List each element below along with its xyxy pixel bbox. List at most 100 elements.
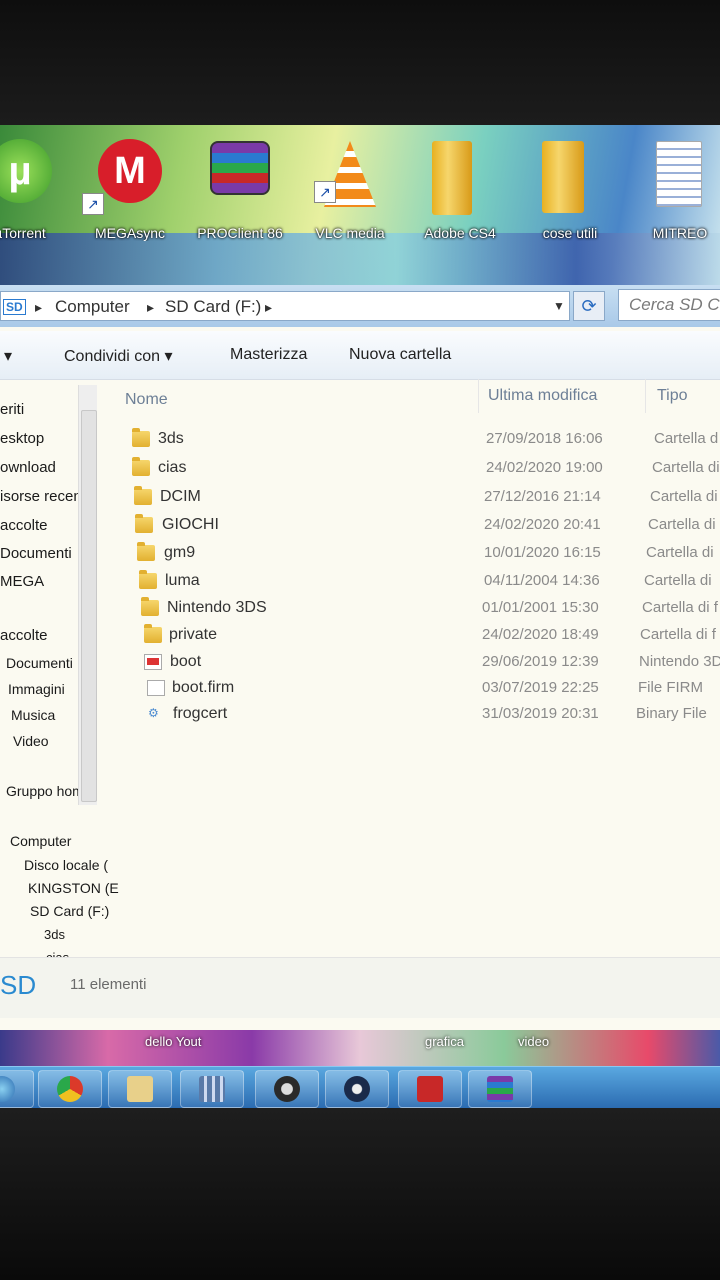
desktop-icon-label: cose utili <box>542 225 598 241</box>
address-dropdown-icon[interactable]: ▼ <box>553 299 565 313</box>
address-bar[interactable]: SD ▸ Computer ▸ SD Card (F:) ▸ ▼ <box>0 291 570 321</box>
share-label: Condividi con <box>64 348 161 365</box>
file-row[interactable]: luma 04/11/2004 14:36 Cartella di <box>120 570 720 596</box>
breadcrumb-separator: ▸ <box>35 299 43 315</box>
file-name: 3ds <box>158 430 184 447</box>
file-type: Cartella di f <box>640 626 716 643</box>
file-row[interactable]: Nintendo 3DS 01/01/2001 15:30 Cartella d… <box>120 597 720 623</box>
column-divider[interactable] <box>478 379 479 413</box>
nav-item-computer[interactable]: Computer <box>10 833 71 849</box>
address-bar-area: SD ▸ Computer ▸ SD Card (F:) ▸ ▼ ⟳ Cerca… <box>0 285 720 327</box>
file-name: boot <box>170 653 202 670</box>
winrar-icon <box>487 1076 513 1102</box>
file-name: frogcert <box>173 705 228 722</box>
explorer-window: SD ▸ Computer ▸ SD Card (F:) ▸ ▼ ⟳ Cerca… <box>0 285 720 1030</box>
nav-item-desktop[interactable]: esktop <box>0 430 44 447</box>
taskbar-explorer[interactable] <box>108 1070 172 1108</box>
file-modified: 01/01/2001 15:30 <box>482 599 599 616</box>
nav-item-download[interactable]: ownload <box>0 459 56 476</box>
file-row[interactable]: ⚙ frogcert 31/03/2019 20:31 Binary File <box>120 703 720 729</box>
folder-icon <box>134 486 152 505</box>
desktop-icon-megasync[interactable]: M ↗ MEGAsync <box>80 133 180 241</box>
nav-item-lib-musica[interactable]: Musica <box>11 707 55 723</box>
search-input[interactable]: Cerca SD Card <box>618 289 720 321</box>
nav-item-libraries[interactable]: accolte <box>0 627 48 644</box>
file-type: File FIRM <box>638 679 703 696</box>
desktop-icon-vlc[interactable]: ↗ VLC media <box>300 133 400 241</box>
desktop-icon-cose-utili[interactable]: cose utili <box>520 133 620 241</box>
burn-button[interactable]: Masterizza <box>230 346 307 364</box>
monitor-bezel-top <box>0 0 720 125</box>
desktop-icon-utorrent[interactable]: µ µTorrent <box>0 133 70 241</box>
file-row[interactable]: cias 24/02/2020 19:00 Cartella di <box>120 457 720 483</box>
nav-item-mega[interactable]: MEGA <box>0 573 44 590</box>
nav-item-lib-immagini[interactable]: Immagini <box>8 681 65 697</box>
taskbar-obs[interactable] <box>255 1070 319 1108</box>
file-row[interactable]: gm9 10/01/2020 16:15 Cartella di <box>120 542 720 568</box>
column-divider[interactable] <box>645 379 646 413</box>
start-button[interactable] <box>0 1070 34 1108</box>
file-icon <box>147 680 165 696</box>
nav-item-documenti[interactable]: Documenti <box>0 545 72 562</box>
nav-item-lib-documenti[interactable]: Documenti <box>6 655 73 671</box>
desktop-icon-proclient[interactable]: PROClient 86 <box>190 133 290 241</box>
navigation-pane: eriti esktop ownload isorse recen accolt… <box>0 379 124 989</box>
nav-item-sd-card[interactable]: SD Card (F:) <box>30 903 109 919</box>
file-row[interactable]: DCIM 27/12/2016 21:14 Cartella di <box>120 486 720 512</box>
breadcrumb-computer[interactable]: Computer <box>55 297 130 317</box>
file-type: Cartella di <box>644 572 712 589</box>
column-header-type[interactable]: Tipo <box>657 387 688 405</box>
desktop-text: video <box>518 1034 550 1049</box>
file-modified: 31/03/2019 20:31 <box>482 705 599 722</box>
nav-item-lib-video[interactable]: Video <box>13 733 49 749</box>
taskbar-mcafee[interactable] <box>398 1070 462 1108</box>
file-type: Cartella d <box>654 430 719 447</box>
nav-item-kingston[interactable]: KINGSTON (E <box>28 880 119 896</box>
scrollbar-thumb[interactable] <box>81 410 97 802</box>
file-name: DCIM <box>160 488 201 505</box>
column-header-name[interactable]: Nome <box>125 391 168 409</box>
file-type: Cartella di <box>648 516 716 533</box>
nav-item-local-disk[interactable]: Disco locale ( <box>24 857 108 873</box>
column-header-modified[interactable]: Ultima modifica <box>488 387 597 405</box>
nav-scrollbar[interactable] <box>78 385 97 805</box>
monitor-bezel-bottom <box>0 1108 720 1280</box>
organize-dropdown-arrow[interactable]: ▾ <box>4 346 12 366</box>
desktop-icon-label: MITREO <box>652 225 708 241</box>
shortcut-arrow-icon: ↗ <box>82 193 104 215</box>
shortcut-arrow-icon: ↗ <box>314 181 336 203</box>
file-row[interactable]: private 24/02/2020 18:49 Cartella di f <box>120 624 720 650</box>
nav-item-favorites[interactable]: eriti <box>0 401 24 418</box>
command-bar: ▾ Condividi con ▾ Masterizza Nuova carte… <box>0 331 720 380</box>
file-modified: 24/02/2020 19:00 <box>486 459 603 476</box>
file-row[interactable]: 3ds 27/09/2018 16:06 Cartella d <box>120 428 720 454</box>
file-row[interactable]: GIOCHI 24/02/2020 20:41 Cartella di <box>120 514 720 540</box>
start-orb-icon <box>0 1076 15 1102</box>
nav-item-3ds[interactable]: 3ds <box>44 927 65 942</box>
file-row[interactable]: boot 29/06/2019 12:39 Nintendo 3D <box>120 651 720 677</box>
film-icon <box>199 1076 225 1102</box>
share-button[interactable]: Condividi con ▾ <box>64 346 173 366</box>
desktop-icon-adobe-cs4[interactable]: Adobe CS4 <box>410 133 510 241</box>
new-folder-button[interactable]: Nuova cartella <box>349 346 451 364</box>
file-type: Cartella di <box>646 544 714 561</box>
nav-item-recent[interactable]: isorse recen <box>0 488 84 505</box>
refresh-button[interactable]: ⟳ <box>573 291 605 321</box>
taskbar-winrar[interactable] <box>468 1070 532 1108</box>
desktop-icon-mitreo[interactable]: MITREO <box>630 133 720 241</box>
desktop-text: grafica <box>425 1034 465 1049</box>
obs-icon <box>274 1076 300 1102</box>
sd-drive-icon: SD <box>0 970 37 1000</box>
taskbar-steam[interactable] <box>325 1070 389 1108</box>
file-modified: 03/07/2019 22:25 <box>482 679 599 696</box>
breadcrumb-sd-card[interactable]: SD Card (F:) <box>165 297 261 317</box>
sd-drive-icon: SD <box>3 299 26 315</box>
file-row[interactable]: boot.firm 03/07/2019 22:25 File FIRM <box>120 677 720 703</box>
nav-item-raccolte[interactable]: accolte <box>0 517 48 534</box>
folder-icon <box>144 624 162 643</box>
desktop-icon-label: VLC media <box>315 225 385 241</box>
taskbar-chrome[interactable] <box>38 1070 102 1108</box>
folder-icon <box>141 597 159 616</box>
taskbar-media[interactable] <box>180 1070 244 1108</box>
file-modified: 10/01/2020 16:15 <box>484 544 601 561</box>
